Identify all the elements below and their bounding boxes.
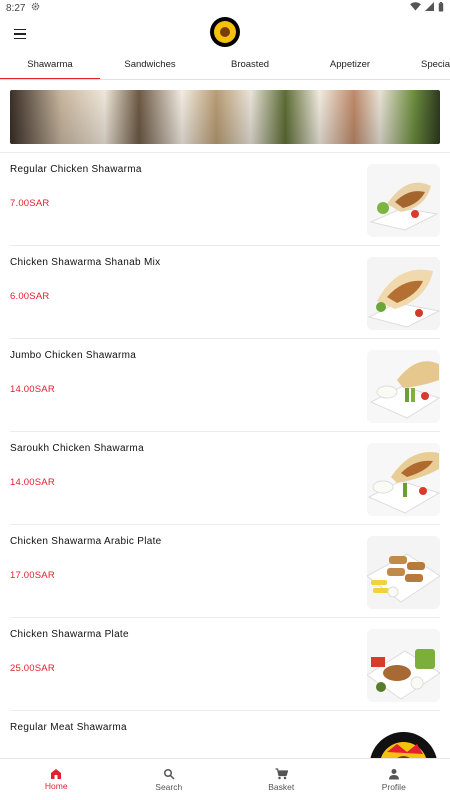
item-image (367, 536, 440, 609)
item-price: 17.00SAR (10, 570, 55, 581)
signal-icon (425, 2, 434, 14)
status-time: 8:27 (6, 2, 26, 14)
nav-profile[interactable]: Profile (338, 759, 450, 800)
item-price: 25.00SAR (10, 663, 55, 674)
status-bar: 8:27 (0, 0, 450, 16)
item-price: 7.00SAR (10, 198, 50, 209)
cart-icon (275, 767, 288, 780)
restaurant-logo (210, 17, 240, 47)
item-image (367, 164, 440, 237)
nav-home-label: Home (44, 781, 68, 791)
menu-item[interactable]: Chicken Shawarma Shanab Mix 6.00SAR (0, 246, 450, 339)
item-image (367, 443, 440, 516)
item-image (367, 350, 440, 423)
nav-home[interactable]: Home (0, 759, 113, 800)
menu-item[interactable]: Chicken Shawarma Plate 25.00SAR (0, 618, 450, 711)
item-price: 14.00SAR (10, 384, 55, 395)
item-image (367, 629, 440, 702)
item-name: Chicken Shawarma Shanab Mix (10, 257, 161, 268)
battery-icon (438, 1, 444, 15)
promo-banner-image (10, 90, 440, 144)
menu-item[interactable]: Saroukh Chicken Shawarma 14.00SAR (0, 432, 450, 525)
tab-special[interactable]: Special (400, 54, 450, 79)
bottom-navigation: Home Search Basket Profile (0, 758, 450, 800)
nav-basket-label: Basket (268, 781, 295, 792)
nav-search[interactable]: Search (113, 759, 226, 800)
item-name: Chicken Shawarma Arabic Plate (10, 536, 162, 547)
item-price: 14.00SAR (10, 477, 55, 488)
person-icon (388, 768, 400, 780)
wifi-icon (410, 2, 421, 14)
app-bar (0, 16, 450, 52)
tab-broasted[interactable]: Broasted (200, 54, 300, 79)
item-name: Saroukh Chicken Shawarma (10, 443, 144, 454)
nav-profile-label: Profile (381, 781, 406, 792)
nav-basket[interactable]: Basket (225, 759, 338, 800)
home-icon (50, 768, 62, 779)
item-name: Regular Chicken Shawarma (10, 164, 142, 175)
category-tabs: Shawarma Sandwiches Broasted Appetizer S… (0, 54, 450, 80)
item-name: Jumbo Chicken Shawarma (10, 350, 137, 361)
nav-search-label: Search (155, 781, 183, 792)
item-name: Regular Meat Shawarma (10, 722, 127, 733)
item-name: Chicken Shawarma Plate (10, 629, 129, 640)
tab-shawarma[interactable]: Shawarma (0, 54, 100, 79)
item-price: 6.00SAR (10, 291, 50, 302)
settings-icon (31, 2, 40, 14)
tab-sandwiches[interactable]: Sandwiches (100, 54, 200, 79)
menu-icon[interactable] (10, 24, 30, 44)
item-image (367, 257, 440, 330)
menu-item[interactable]: Regular Chicken Shawarma 7.00SAR (0, 153, 450, 246)
menu-item[interactable]: Jumbo Chicken Shawarma 14.00SAR (0, 339, 450, 432)
search-icon (163, 768, 175, 780)
tab-appetizer[interactable]: Appetizer (300, 54, 400, 79)
menu-item[interactable]: Chicken Shawarma Arabic Plate 17.00SAR (0, 525, 450, 618)
